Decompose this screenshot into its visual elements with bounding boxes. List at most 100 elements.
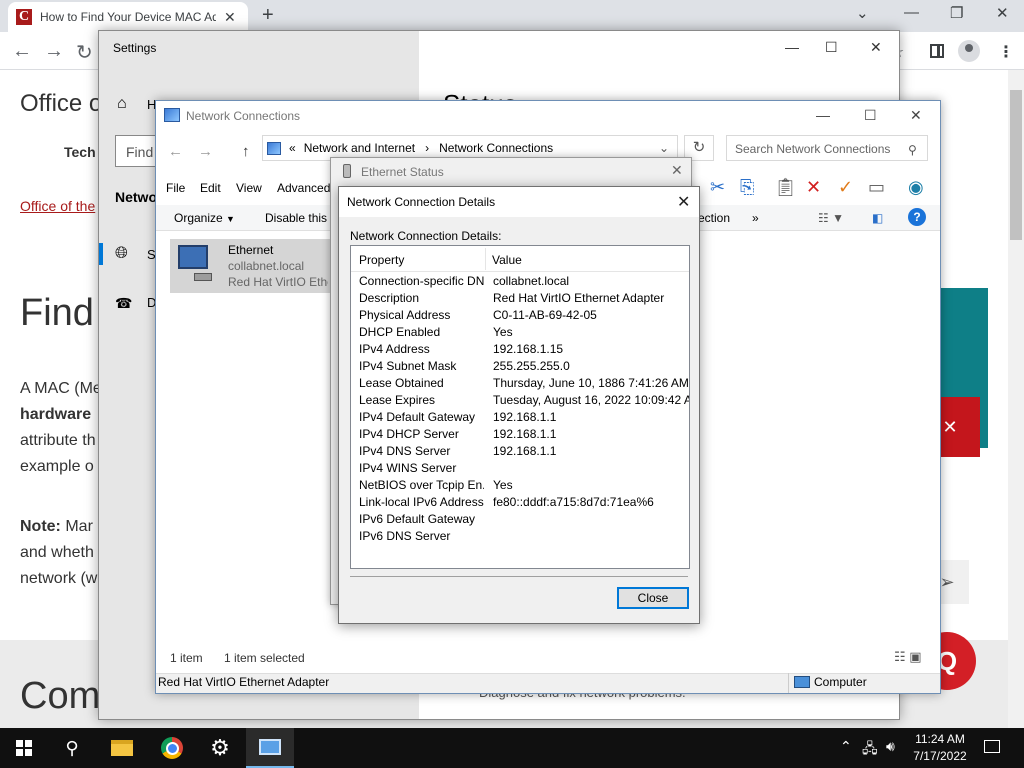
nav-up-icon[interactable]: ↑ — [242, 143, 250, 160]
settings-close-button[interactable]: ✕ — [870, 39, 882, 56]
table-row[interactable]: IPv6 DNS Server — [359, 529, 689, 546]
table-row[interactable]: IPv6 Default Gateway — [359, 512, 689, 529]
change-view-icon[interactable]: ☷ ▼ — [818, 211, 844, 225]
browser-menu-icon[interactable]: ⋮ — [998, 42, 1014, 62]
close-button[interactable]: Close — [617, 587, 689, 609]
column-divider[interactable] — [485, 248, 486, 270]
address-dropdown-icon[interactable]: ⌄ — [659, 141, 669, 155]
paste-icon[interactable]: 📋︎ — [774, 177, 797, 198]
new-tab-button[interactable]: + — [262, 4, 274, 27]
network-connections-taskbar-icon[interactable] — [246, 728, 294, 768]
connection-network: collabnet.local — [228, 259, 305, 273]
computer-icon — [794, 676, 810, 688]
notifications-icon[interactable] — [984, 740, 1000, 753]
volume-icon[interactable]: 🔊︎ — [886, 738, 895, 755]
property-cell: IPv4 DNS Server — [359, 444, 451, 458]
table-row[interactable]: IPv4 Subnet Mask 255.255.255.0 — [359, 359, 689, 376]
table-row[interactable]: Description Red Hat VirtIO Ethernet Adapt… — [359, 291, 689, 308]
home-icon[interactable]: ⌂ — [117, 95, 127, 113]
settings-minimize-button[interactable]: — — [785, 39, 799, 55]
browser-minimize-button[interactable]: — — [904, 4, 919, 21]
profile-avatar-icon[interactable] — [958, 40, 980, 62]
properties-icon[interactable]: ✓ — [838, 177, 853, 198]
table-row[interactable]: Physical Address C0-11-AB-69-42-05 — [359, 308, 689, 325]
delete-icon[interactable]: ✕ — [806, 177, 821, 198]
ethernet-adapter-icon[interactable] — [176, 243, 214, 283]
page-scrollbar-thumb[interactable] — [1010, 90, 1022, 240]
ethernet-status-close-button[interactable]: ✕ — [671, 162, 683, 179]
back-button[interactable]: ← — [12, 40, 32, 63]
menu-file[interactable]: File — [166, 181, 185, 195]
tab-search-icon[interactable]: ⌄ — [856, 4, 869, 22]
column-header-value[interactable]: Value — [492, 253, 522, 267]
table-row[interactable]: IPv4 Address 192.168.1.15 — [359, 342, 689, 359]
more-commands-button[interactable]: » — [752, 211, 759, 225]
breadcrumb-overflow[interactable]: « — [289, 141, 296, 155]
table-row[interactable]: Connection-specific DN... collabnet.local — [359, 274, 689, 291]
table-row[interactable]: NetBIOS over Tcpip En... Yes — [359, 478, 689, 495]
property-cell: IPv4 DHCP Server — [359, 427, 459, 441]
preview-pane-icon[interactable]: ◧ — [872, 211, 883, 225]
netcon-maximize-button[interactable]: ☐ — [864, 107, 877, 124]
settings-maximize-button[interactable]: ☐ — [825, 39, 838, 56]
browser-restore-button[interactable]: ❐ — [950, 4, 963, 22]
browser-close-button[interactable]: ✕ — [996, 4, 1009, 22]
table-row[interactable]: Link-local IPv6 Address fe80::dddf:a715:8… — [359, 495, 689, 512]
nav-forward-icon[interactable]: → — [198, 143, 213, 160]
network-globe-icon[interactable]: ◉ — [908, 177, 924, 198]
tray-overflow-icon[interactable]: ⌃ — [840, 738, 852, 755]
table-row[interactable]: Lease Obtained Thursday, June 10, 1886 7:… — [359, 376, 689, 393]
start-button[interactable] — [0, 728, 48, 768]
forward-button[interactable]: → — [44, 40, 64, 63]
search-input[interactable]: Search Network Connections — [726, 135, 928, 161]
breadcrumb-separator-icon[interactable]: › — [425, 141, 429, 155]
table-row[interactable]: IPv4 DNS Server 192.168.1.1 — [359, 444, 689, 461]
table-row[interactable]: IPv4 Default Gateway 192.168.1.1 — [359, 410, 689, 427]
table-row[interactable]: Lease Expires Tuesday, August 16, 2022 10… — [359, 393, 689, 410]
menu-edit[interactable]: Edit — [200, 181, 221, 195]
reload-button[interactable]: ↻ — [76, 40, 93, 65]
globe-icon[interactable]: 🌐︎ — [115, 245, 128, 263]
cut-icon[interactable]: ✂ — [710, 177, 725, 198]
value-cell: fe80::dddf:a715:8d7d:71ea%6 — [493, 495, 654, 509]
value-cell: 192.168.1.1 — [493, 444, 557, 458]
file-explorer-icon[interactable] — [98, 728, 146, 768]
clock-time[interactable]: 11:24 AM — [912, 732, 968, 746]
tab-close-icon[interactable]: ✕ — [224, 9, 236, 26]
view-toggle-icons[interactable]: ☷ ▣ — [894, 649, 922, 665]
dialup-icon[interactable]: ☎︎ — [115, 295, 132, 312]
property-cell: DHCP Enabled — [359, 325, 441, 339]
note-paragraph: Note: Mar — [20, 518, 93, 536]
taskbar-search-icon[interactable]: ⚲ — [48, 728, 96, 768]
browser-tab[interactable]: C How to Find Your Device MAC Ad ✕ — [8, 2, 248, 32]
breadcrumb-link[interactable]: Office of the — [20, 198, 95, 214]
netcon-close-button[interactable]: ✕ — [910, 107, 922, 124]
menu-advanced[interactable]: Advanced — [277, 181, 330, 195]
connection-command-button[interactable]: ection — [698, 211, 730, 225]
details-listview[interactable]: Property Value Connection-specific DN...… — [350, 245, 690, 569]
search-icon[interactable]: ⚲ — [908, 143, 917, 157]
help-icon[interactable]: ? — [908, 208, 926, 226]
rename-icon[interactable]: ▭ — [868, 177, 885, 198]
site-nav-tech[interactable]: Tech — [64, 144, 96, 160]
netcon-minimize-button[interactable]: — — [816, 107, 830, 123]
value-cell: Yes — [493, 325, 513, 339]
chrome-icon[interactable] — [148, 728, 196, 768]
copy-icon[interactable]: ⎘ — [740, 177, 754, 198]
breadcrumb-network-connections[interactable]: Network Connections — [439, 141, 553, 155]
breadcrumb-network-internet[interactable]: Network and Internet — [304, 141, 415, 155]
table-row[interactable]: IPv4 DHCP Server 192.168.1.1 — [359, 427, 689, 444]
settings-gear-icon[interactable]: ⚙ — [196, 728, 244, 768]
table-row[interactable]: IPv4 WINS Server — [359, 461, 689, 478]
clock-date[interactable]: 7/17/2022 — [912, 749, 968, 763]
nav-back-icon[interactable]: ← — [168, 143, 183, 160]
column-header-property[interactable]: Property — [359, 253, 404, 267]
network-tray-icon[interactable]: 🖧︎ — [862, 738, 878, 762]
site-title[interactable]: Office o — [20, 90, 102, 118]
menu-view[interactable]: View — [236, 181, 262, 195]
table-row[interactable]: DHCP Enabled Yes — [359, 325, 689, 342]
disable-device-button[interactable]: Disable this n — [265, 211, 337, 225]
dialog-close-icon[interactable]: ✕ — [677, 192, 690, 212]
side-panel-icon[interactable] — [930, 44, 944, 58]
organize-button[interactable]: Organize ▼ — [174, 211, 235, 225]
